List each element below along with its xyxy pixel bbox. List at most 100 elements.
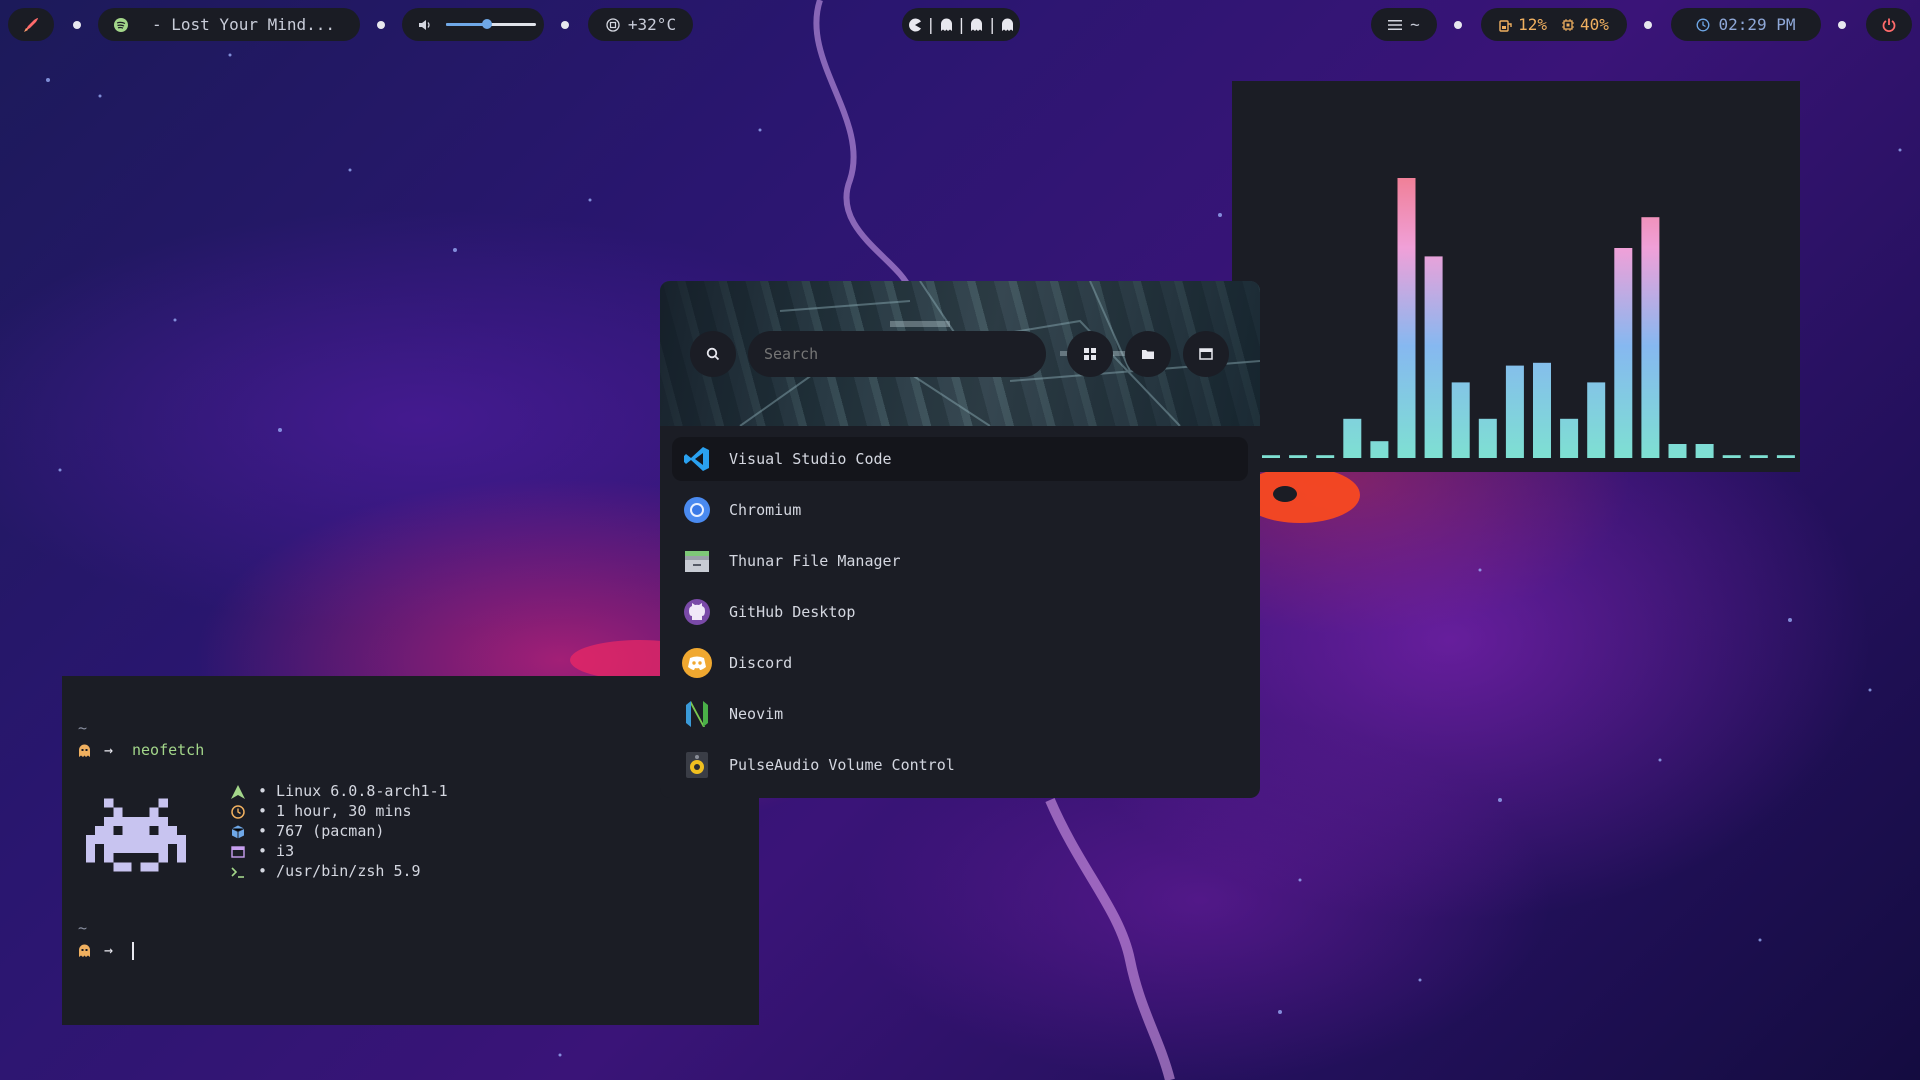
app-item-neovim[interactable]: Neovim xyxy=(672,692,1248,736)
prompt-arrow: → xyxy=(104,741,114,759)
audio-visualizer-window xyxy=(1232,81,1800,472)
visualizer-bar xyxy=(1505,365,1524,458)
volume-slider-knob[interactable] xyxy=(481,19,492,29)
thunar-icon xyxy=(682,546,712,576)
shell-icon xyxy=(231,867,244,878)
terminal-command: neofetch xyxy=(132,741,205,759)
search-button[interactable] xyxy=(690,331,736,377)
battery-icon xyxy=(1499,19,1512,32)
visualizer-bar xyxy=(1641,217,1660,458)
launcher-button[interactable] xyxy=(8,8,54,41)
temperature-widget: +32°C xyxy=(588,8,693,41)
neofetch-wm: • i3 xyxy=(258,842,295,860)
battery-value: 12% xyxy=(1518,15,1547,34)
visualizer-bar xyxy=(1343,418,1362,458)
visualizer-bar xyxy=(1533,362,1551,458)
spotify-icon xyxy=(114,17,128,32)
neofetch-shell: • /usr/bin/zsh 5.9 xyxy=(258,862,421,880)
visualizer-bar xyxy=(1424,256,1443,458)
music-widget[interactable]: - Lost Your Mind... xyxy=(98,8,360,41)
visualizer-bar xyxy=(1262,455,1280,458)
cpu-value: 40% xyxy=(1580,15,1609,34)
system-stats-widget: 12% 40% xyxy=(1481,8,1627,41)
terminal-cwd: ~ xyxy=(78,919,88,937)
app-item-pulseaudio[interactable]: PulseAudio Volume Control xyxy=(672,743,1248,787)
neovim-icon xyxy=(682,699,712,729)
neofetch-kernel: • Linux 6.0.8-arch1-1 xyxy=(258,782,448,800)
visualizer-bar xyxy=(1560,418,1579,458)
visualizer-bar xyxy=(1668,444,1687,458)
workspace-indicators[interactable]: | | | xyxy=(908,15,1014,34)
menu-label: ~ xyxy=(1410,15,1420,34)
neofetch-packages: • 767 (pacman) xyxy=(258,822,385,840)
visualizer-bar xyxy=(1587,382,1606,458)
volume-slider[interactable] xyxy=(446,19,536,29)
files-mode-button[interactable] xyxy=(1125,331,1171,377)
visualizer-bar xyxy=(1722,455,1741,458)
audio-visualizer xyxy=(1262,178,1795,458)
menu-widget[interactable]: ~ xyxy=(1371,8,1437,41)
visualizer-bar xyxy=(1316,455,1335,458)
visualizer-bar xyxy=(1776,455,1795,458)
app-item-github-desktop[interactable]: GitHub Desktop xyxy=(672,590,1248,634)
window-icon xyxy=(231,846,245,858)
bar-separator xyxy=(561,21,569,29)
visualizer-bar xyxy=(1749,455,1768,458)
arch-icon xyxy=(231,785,245,799)
prompt-arrow: → xyxy=(104,941,114,959)
bar-separator xyxy=(73,21,81,29)
pulseaudio-icon xyxy=(682,750,712,780)
workspaces-widget[interactable]: | | | xyxy=(902,8,1020,41)
search-input[interactable] xyxy=(748,331,1046,377)
visualizer-bar xyxy=(1397,178,1416,458)
package-icon xyxy=(231,825,245,839)
ghost-prompt-icon xyxy=(79,944,90,957)
power-button[interactable] xyxy=(1866,8,1912,41)
discord-icon xyxy=(682,648,712,678)
visualizer-bar xyxy=(1695,444,1714,458)
app-label: Chromium xyxy=(729,501,802,519)
app-label: Visual Studio Code xyxy=(729,450,892,468)
app-label: GitHub Desktop xyxy=(729,603,856,621)
visualizer-bar xyxy=(1370,441,1389,458)
app-item-chromium[interactable]: Chromium xyxy=(672,488,1248,532)
visualizer-bar xyxy=(1478,418,1497,458)
ghost-prompt-icon xyxy=(79,744,90,757)
temperature-value: +32°C xyxy=(627,15,677,34)
bar-separator xyxy=(1454,21,1462,29)
cpu-temp-icon xyxy=(606,17,620,32)
neofetch-uptime: • 1 hour, 30 mins xyxy=(258,802,412,820)
apps-mode-button[interactable] xyxy=(1067,331,1113,377)
app-label: Neovim xyxy=(729,705,784,723)
ghost-icon xyxy=(971,18,983,31)
visualizer-bar xyxy=(1451,382,1470,458)
cpu-icon xyxy=(1562,18,1574,31)
app-label: Discord xyxy=(729,654,793,672)
visualizer-bar xyxy=(1614,248,1633,458)
app-label: Thunar File Manager xyxy=(729,552,901,570)
pacman-icon xyxy=(909,18,922,31)
bar-separator xyxy=(1644,21,1652,29)
app-item-discord[interactable]: Discord xyxy=(672,641,1248,685)
app-item-thunar[interactable]: Thunar File Manager xyxy=(672,539,1248,583)
ghost-icon xyxy=(1001,18,1013,31)
window-icon xyxy=(1199,348,1213,360)
bar-separator xyxy=(377,21,385,29)
visualizer-bar xyxy=(1289,455,1308,458)
hamburger-menu-icon xyxy=(1388,19,1403,30)
volume-widget[interactable] xyxy=(402,8,544,41)
terminal-cwd: ~ xyxy=(78,719,88,737)
space-invader-logo xyxy=(86,798,186,872)
app-label: PulseAudio Volume Control xyxy=(729,756,955,774)
windows-mode-button[interactable] xyxy=(1183,331,1229,377)
volume-icon xyxy=(419,19,430,30)
clock-widget: 02:29 PM xyxy=(1671,8,1821,41)
rocket-icon xyxy=(24,17,38,32)
search-icon xyxy=(706,347,720,361)
app-item-vscode[interactable]: Visual Studio Code xyxy=(672,437,1248,481)
folder-icon xyxy=(1142,350,1154,359)
bar-separator xyxy=(1838,21,1846,29)
grid-icon xyxy=(1084,348,1096,360)
terminal-cursor xyxy=(132,942,134,960)
vscode-icon xyxy=(682,444,712,474)
